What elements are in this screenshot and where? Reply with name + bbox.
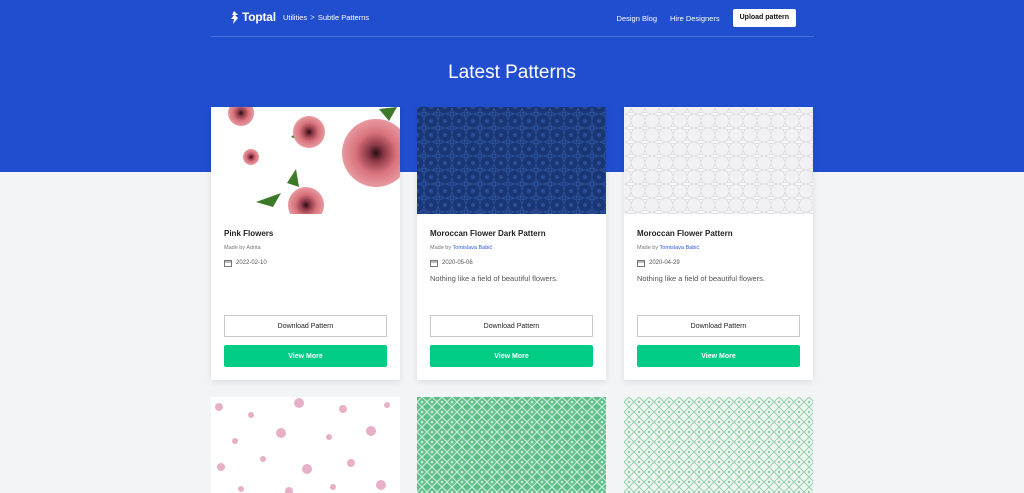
pattern-thumbnail-pink-dots[interactable] (211, 397, 400, 493)
nav-right: Design Blog Hire Designers Upload patter… (617, 9, 796, 27)
pattern-card: Moroccan Flower Pattern Made by Tomislav… (624, 107, 813, 380)
logo-text: Toptal (242, 10, 276, 24)
top-navigation: Toptal Utilities > Subtle Patterns Desig… (211, 0, 814, 37)
author-link[interactable]: Tomislava Babić (660, 245, 700, 251)
card-title[interactable]: Moroccan Flower Pattern (637, 229, 733, 238)
calendar-icon (430, 260, 438, 267)
date-value: 2022-02-10 (236, 260, 267, 266)
breadcrumb: Utilities > Subtle Patterns (283, 13, 369, 22)
made-by-label: Made by (224, 245, 247, 251)
calendar-icon (637, 260, 645, 267)
made-by-label: Made by (430, 245, 453, 251)
pattern-thumbnail-pink-flowers[interactable] (211, 107, 400, 214)
breadcrumb-utilities[interactable]: Utilities (283, 13, 307, 22)
calendar-icon (224, 260, 232, 267)
view-more-button[interactable]: View More (224, 345, 387, 367)
made-by-label: Made by (637, 245, 660, 251)
pattern-thumbnail-green-lattice[interactable] (417, 397, 606, 493)
breadcrumb-separator: > (310, 13, 315, 22)
pattern-thumbnail-moroccan-light[interactable] (624, 107, 813, 214)
download-pattern-button[interactable]: Download Pattern (637, 315, 800, 337)
download-pattern-button[interactable]: Download Pattern (430, 315, 593, 337)
card-author: Made by Tomislava Babić (430, 245, 492, 251)
nav-hire-designers[interactable]: Hire Designers (670, 14, 720, 23)
card-title[interactable]: Moroccan Flower Dark Pattern (430, 229, 546, 238)
card-date: 2020-05-06 (430, 259, 473, 267)
pattern-card: Moroccan Flower Dark Pattern Made by Tom… (417, 107, 606, 380)
view-more-button[interactable]: View More (430, 345, 593, 367)
toptal-logo[interactable]: Toptal (229, 10, 276, 24)
breadcrumb-subtle-patterns[interactable]: Subtle Patterns (318, 13, 369, 22)
author-name: Adrita (246, 245, 261, 251)
author-link[interactable]: Tomislava Babić (453, 245, 493, 251)
pattern-card: Pink Flowers Made by Adrita 2022-02-10 D… (211, 107, 400, 380)
upload-pattern-button[interactable]: Upload pattern (732, 9, 796, 27)
page-title: Latest Patterns (448, 62, 576, 83)
card-description: Nothing like a field of beautiful flower… (430, 274, 558, 283)
card-date: 2022-02-10 (224, 259, 267, 267)
card-author: Made by Tomislava Babić (637, 245, 699, 251)
card-date: 2020-04-29 (637, 259, 680, 267)
nav-design-blog[interactable]: Design Blog (617, 14, 657, 23)
card-description: Nothing like a field of beautiful flower… (637, 274, 765, 283)
date-value: 2020-05-06 (442, 260, 473, 266)
card-title[interactable]: Pink Flowers (224, 229, 273, 238)
download-pattern-button[interactable]: Download Pattern (224, 315, 387, 337)
card-author: Made by Adrita (224, 245, 261, 251)
view-more-button[interactable]: View More (637, 345, 800, 367)
pattern-thumbnail-moroccan-dark[interactable] (417, 107, 606, 214)
toptal-logo-icon (231, 10, 238, 24)
pattern-thumbnail-green-light-lattice[interactable] (624, 397, 813, 493)
date-value: 2020-04-29 (649, 260, 680, 266)
